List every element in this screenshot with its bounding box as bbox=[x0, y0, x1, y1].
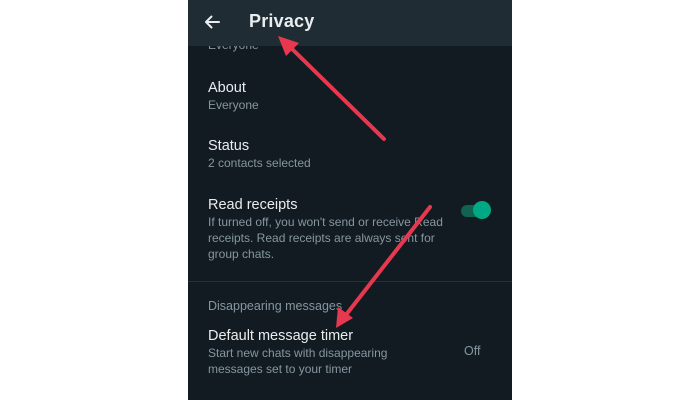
read-receipts-description-line1: If turned off, you won't send or receive… bbox=[208, 215, 443, 229]
toggle-thumb bbox=[473, 201, 491, 219]
page-title: Privacy bbox=[249, 11, 315, 31]
privacy-screen: Everyone Privacy About Everyone Status 2… bbox=[188, 0, 512, 400]
read-receipts-description-line3: group chats. bbox=[208, 247, 275, 261]
about-subtitle: Everyone bbox=[208, 98, 259, 112]
status-title: Status bbox=[208, 138, 250, 154]
arrow-left-icon[interactable] bbox=[202, 12, 222, 32]
status-subtitle: 2 contacts selected bbox=[208, 156, 311, 170]
default-message-timer-description-line2: messages set to your timer bbox=[208, 362, 353, 376]
read-receipts-title: Read receipts bbox=[208, 197, 298, 213]
about-title: About bbox=[208, 80, 246, 96]
default-message-timer-description-line1: Start new chats with disappearing bbox=[208, 346, 388, 360]
read-receipts-toggle[interactable] bbox=[461, 201, 491, 219]
default-message-timer-title: Default message timer bbox=[208, 328, 354, 344]
section-divider bbox=[188, 281, 512, 282]
about-setting[interactable]: About Everyone bbox=[188, 70, 512, 116]
read-receipts-description-line2: receipts. Read receipts are always sent … bbox=[208, 231, 435, 245]
disappearing-messages-section-title: Disappearing messages bbox=[208, 299, 343, 313]
read-receipts-setting[interactable]: Read receipts If turned off, you won't s… bbox=[188, 187, 512, 267]
default-message-timer-value: Off bbox=[464, 344, 481, 358]
status-setting[interactable]: Status 2 contacts selected bbox=[188, 128, 512, 174]
app-bar: Privacy bbox=[188, 0, 512, 46]
